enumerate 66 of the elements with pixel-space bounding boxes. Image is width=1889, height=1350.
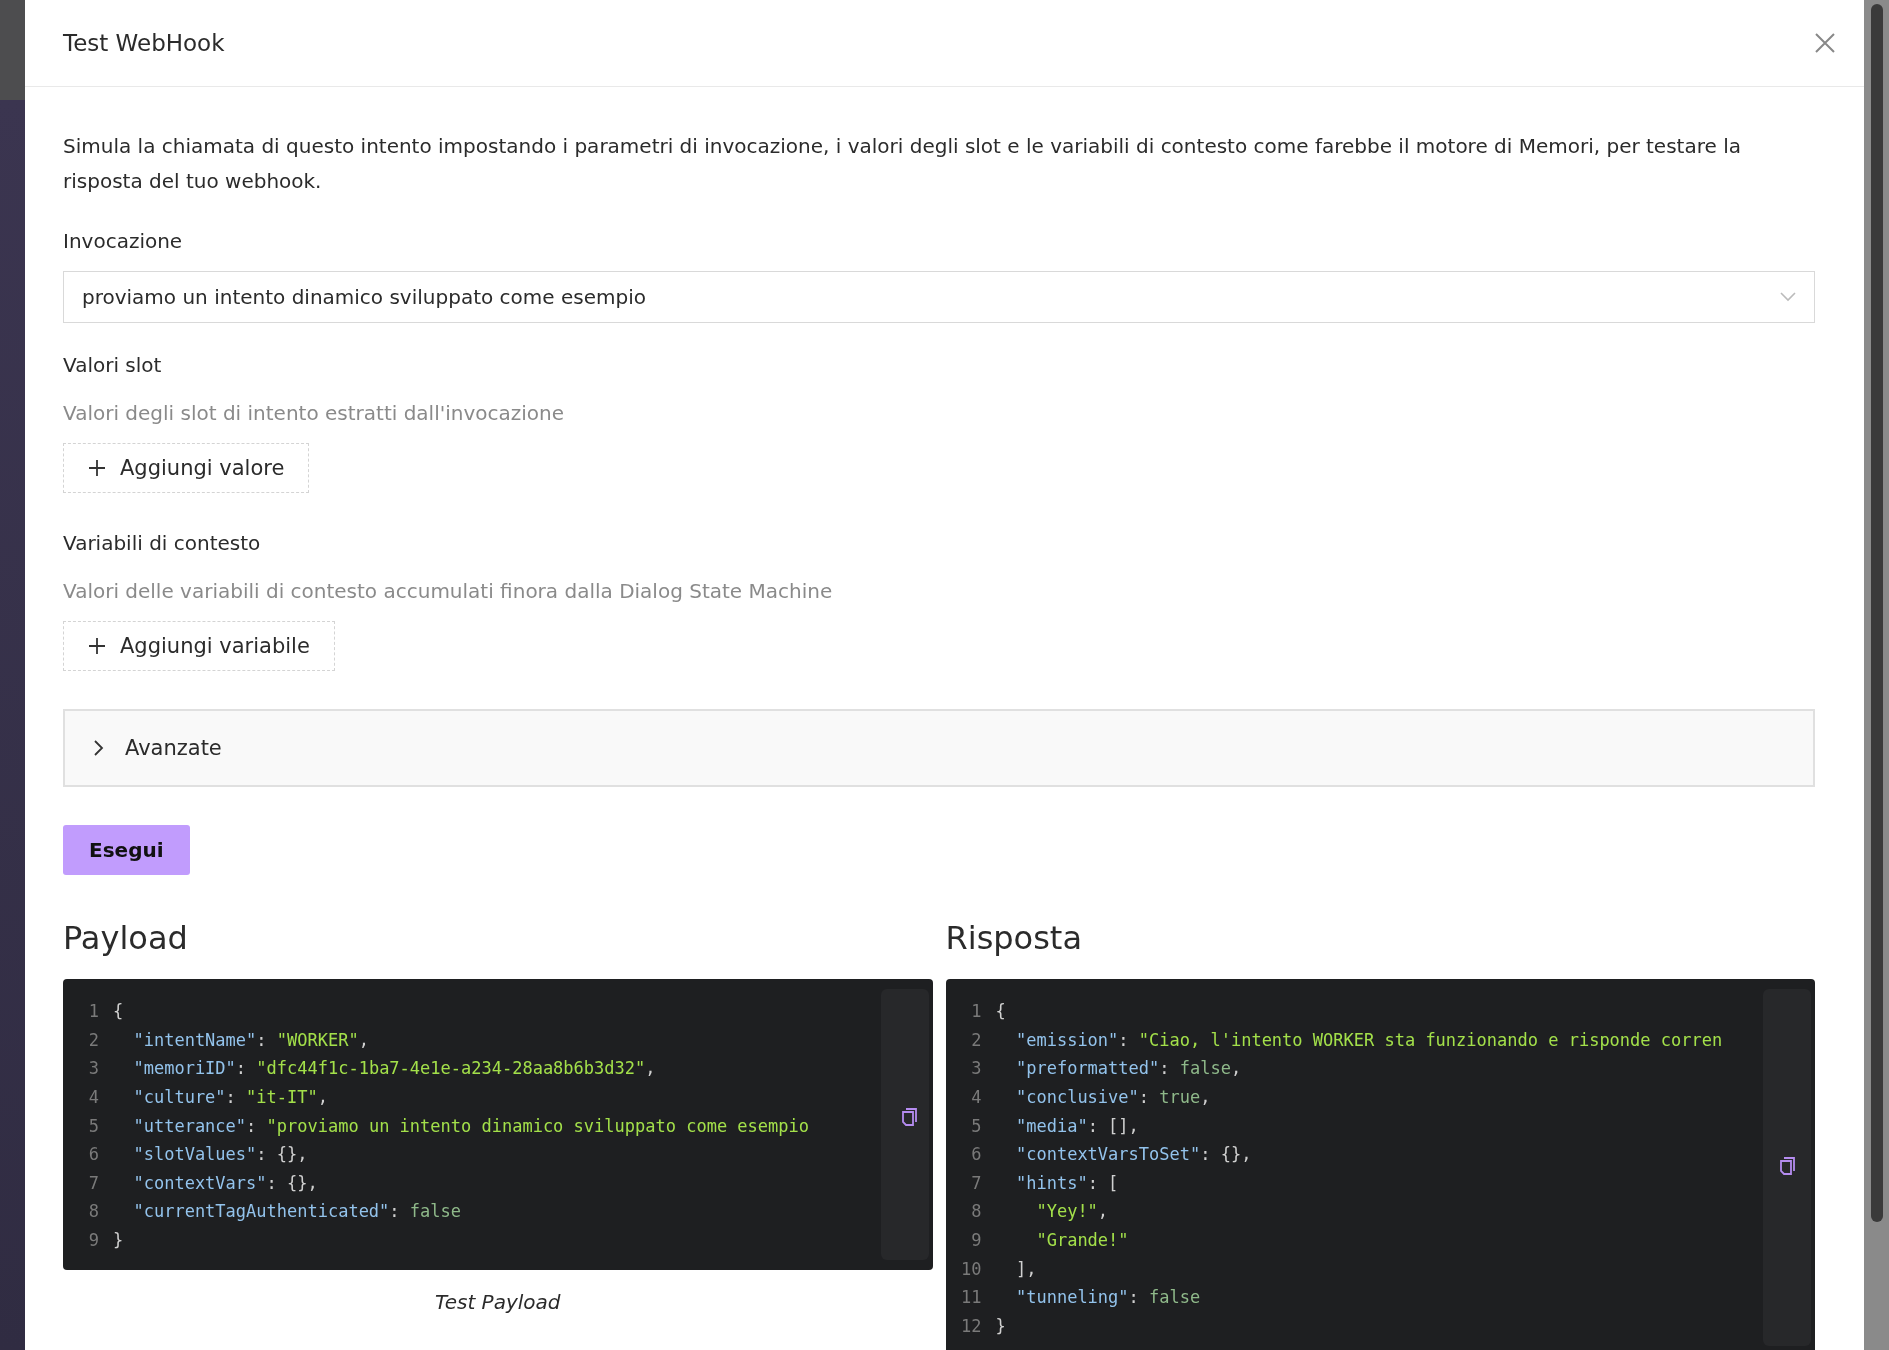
section-label: Valori slot: [63, 353, 163, 377]
section-label: Variabili di contesto: [63, 531, 262, 555]
line-number: 5: [87, 1115, 99, 1136]
description-text: Simula la chiamata di questo intento impostando i parametri di invocazione, i valori degli slot e le variabili di contesto come farebbe il motore di Memori, per testare la risposta del tuo webhook.: [63, 133, 1742, 195]
code-line: "utterance": "proviamo un intento dinamico sviluppato come esempio: [133, 1115, 809, 1136]
panel-title: Avanzate: [125, 736, 222, 760]
line-number: 6: [970, 1144, 982, 1165]
code-line: ],: [1015, 1258, 1037, 1279]
code-line: "contextVarsToSet": {},: [1015, 1144, 1252, 1165]
pane-heading: Payload: [63, 919, 189, 957]
add-value-button[interactable]: Aggiungi valore: [63, 443, 310, 493]
line-number: 11: [960, 1287, 982, 1308]
line-number: 8: [970, 1201, 982, 1222]
close-icon[interactable]: [1814, 32, 1836, 54]
line-number: 2: [970, 1029, 982, 1050]
code-line: "Grande!": [1036, 1230, 1129, 1251]
chevron-down-icon: [1780, 292, 1796, 302]
advanced-panel[interactable]: Avanzate: [63, 709, 1815, 787]
line-number: 1: [970, 1001, 982, 1022]
run-button[interactable]: Esegui: [63, 825, 190, 875]
copy-icon[interactable]: [1779, 1154, 1797, 1176]
code-line: "emission": "Ciao, l'intento WORKER sta funzionando e risponde corren: [1015, 1029, 1723, 1050]
invocation-dropdown[interactable]: proviamo un intento dinamico sviluppato come esempio: [63, 271, 1815, 323]
line-number: 7: [970, 1172, 982, 1193]
code-line: "Yey!",: [1036, 1201, 1109, 1222]
code-line: "contextVars": {},: [133, 1172, 318, 1193]
plus-icon: [88, 459, 106, 477]
section-hint: Valori delle variabili di contesto accumulati finora dalla Dialog State Machine: [63, 579, 834, 603]
line-number: 9: [970, 1230, 982, 1251]
code-line: {: [113, 1001, 124, 1022]
code-line: }: [995, 1315, 1006, 1336]
scrollbar[interactable]: [1864, 0, 1889, 1350]
line-number: 4: [87, 1087, 99, 1108]
line-number: 9: [87, 1230, 99, 1251]
line-number: 7: [87, 1172, 99, 1193]
line-number: 2: [87, 1029, 99, 1050]
code-line: }: [113, 1230, 124, 1251]
line-number: 8: [87, 1201, 99, 1222]
code-line: "culture": "it-IT",: [133, 1087, 328, 1108]
code-line: "media": [],: [1015, 1115, 1139, 1136]
scrollbar-thumb[interactable]: [1870, 4, 1883, 1222]
plus-icon: [88, 637, 106, 655]
line-number: 6: [87, 1144, 99, 1165]
code-caption: Test Payload: [433, 1290, 562, 1315]
line-number: 12: [960, 1315, 982, 1336]
line-number: 4: [970, 1087, 982, 1108]
code-line: {: [995, 1001, 1006, 1022]
code-line: "intentName": "WORKER",: [133, 1029, 369, 1050]
code-line: "slotValues": {},: [133, 1144, 308, 1165]
add-variable-button[interactable]: Aggiungi variabile: [63, 621, 335, 671]
code-line: "conclusive": true,: [1015, 1087, 1211, 1108]
line-number: 3: [87, 1058, 99, 1079]
dialog-title: Test WebHook: [63, 30, 225, 56]
code-line: "currentTagAuthenticated": false: [133, 1201, 461, 1222]
field-label: Invocazione: [63, 229, 184, 253]
copy-icon[interactable]: [900, 1105, 919, 1127]
line-number: 10: [960, 1258, 982, 1279]
code-line: "preformatted": false,: [1015, 1058, 1242, 1079]
line-number: 1: [87, 1001, 99, 1022]
code-line: "hints": [: [1015, 1172, 1119, 1193]
section-hint: Valori degli slot di intento estratti dall'invocazione: [63, 401, 566, 425]
pane-heading: Risposta: [945, 919, 1083, 957]
line-number: 5: [970, 1115, 982, 1136]
code-line: "memoriID": "dfc44f1c-1ba7-4e1e-a234-28aa8b6b3d32",: [133, 1058, 656, 1079]
line-number: 3: [970, 1058, 982, 1079]
code-line: "tunneling": false: [1015, 1287, 1201, 1308]
